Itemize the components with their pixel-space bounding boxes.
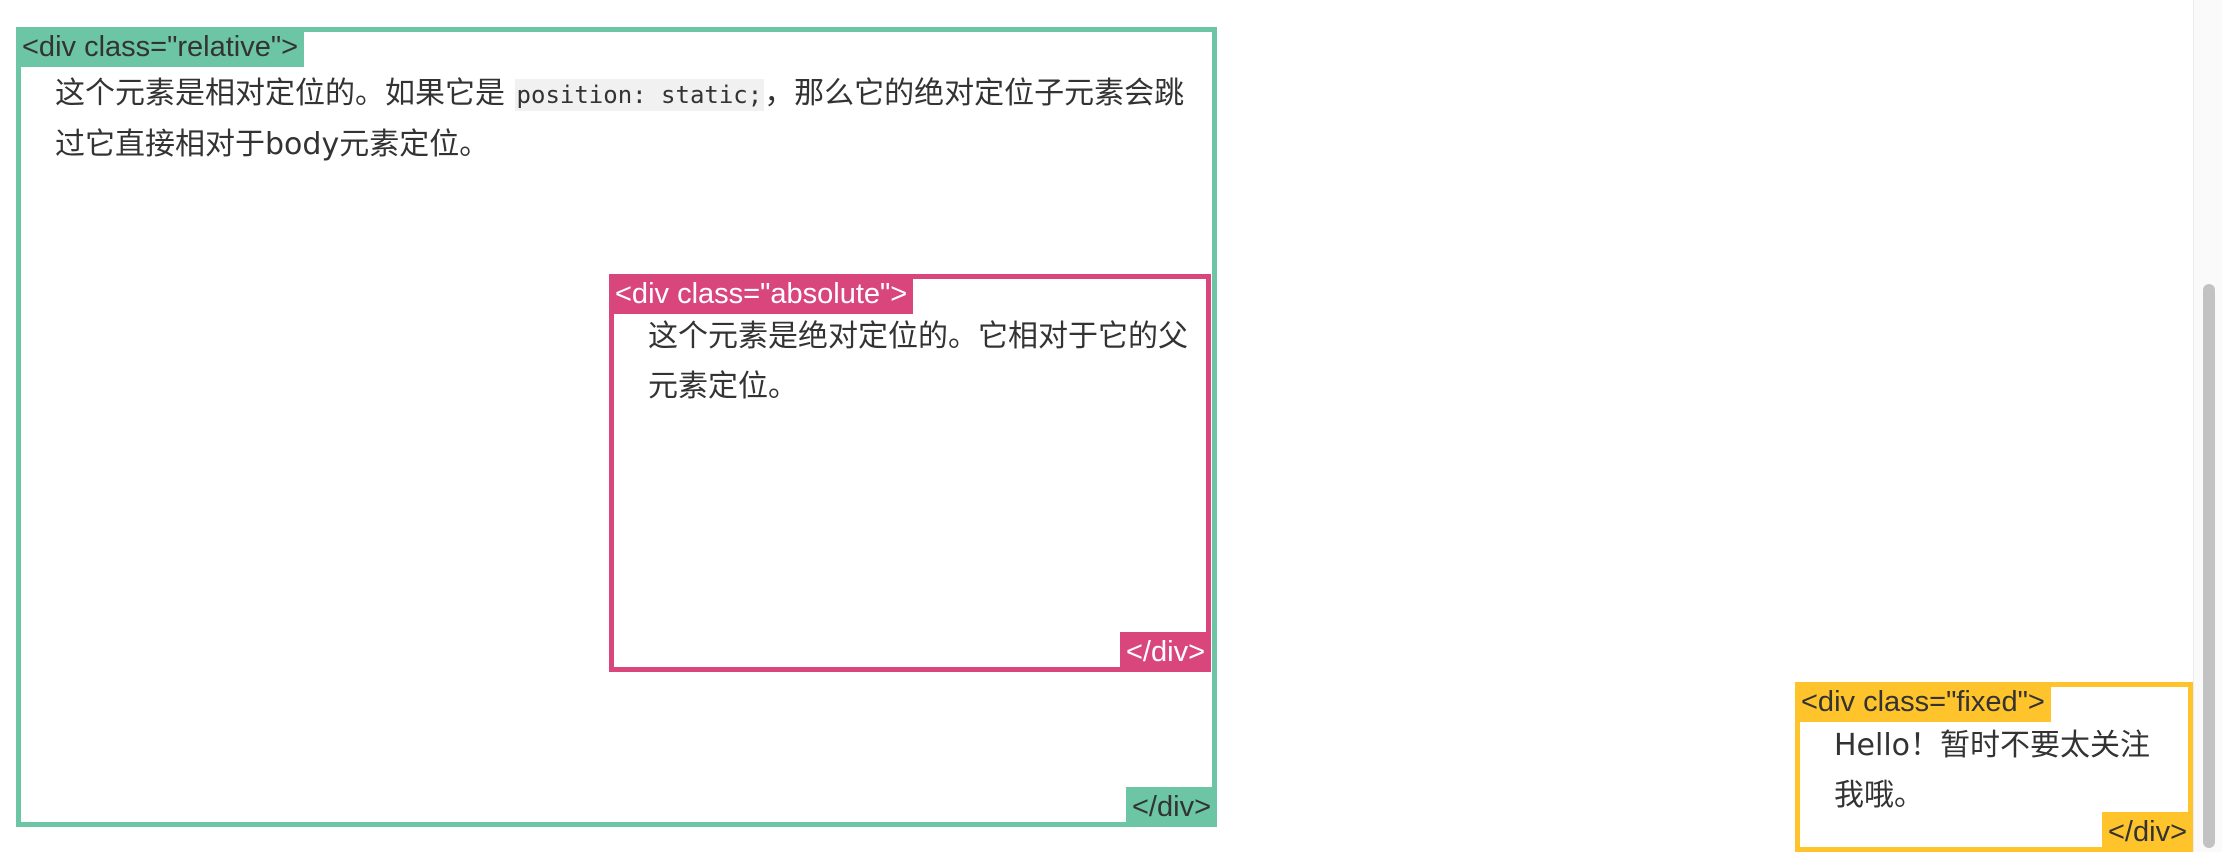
- relative-description: 这个元素是相对定位的。如果它是 position: static;，那么它的绝对…: [55, 69, 1195, 170]
- fixed-close-tag: </div>: [2102, 812, 2193, 852]
- absolute-description: 这个元素是绝对定位的。它相对于它的父元素定位。: [648, 319, 1188, 404]
- relative-close-tag: </div>: [1126, 787, 1217, 827]
- fixed-open-tag: <div class="fixed">: [1795, 682, 2051, 722]
- relative-text-before-code: 这个元素是相对定位的。如果它是: [55, 76, 515, 111]
- absolute-box: <div class="absolute"> 这个元素是绝对定位的。它相对于它的…: [609, 274, 1211, 672]
- absolute-close-tag: </div>: [1120, 632, 1211, 672]
- scrollbar-thumb[interactable]: [2203, 284, 2215, 848]
- vertical-scrollbar[interactable]: [2193, 0, 2222, 852]
- fixed-description: Hello！暂时不要太关注我哦。: [1834, 728, 2151, 813]
- relative-open-tag: <div class="relative">: [16, 27, 305, 67]
- absolute-open-tag: <div class="absolute">: [609, 274, 914, 314]
- fixed-box: <div class="fixed"> Hello！暂时不要太关注我哦。 </d…: [1795, 682, 2193, 852]
- static-code-snippet: position: static;: [514, 79, 765, 111]
